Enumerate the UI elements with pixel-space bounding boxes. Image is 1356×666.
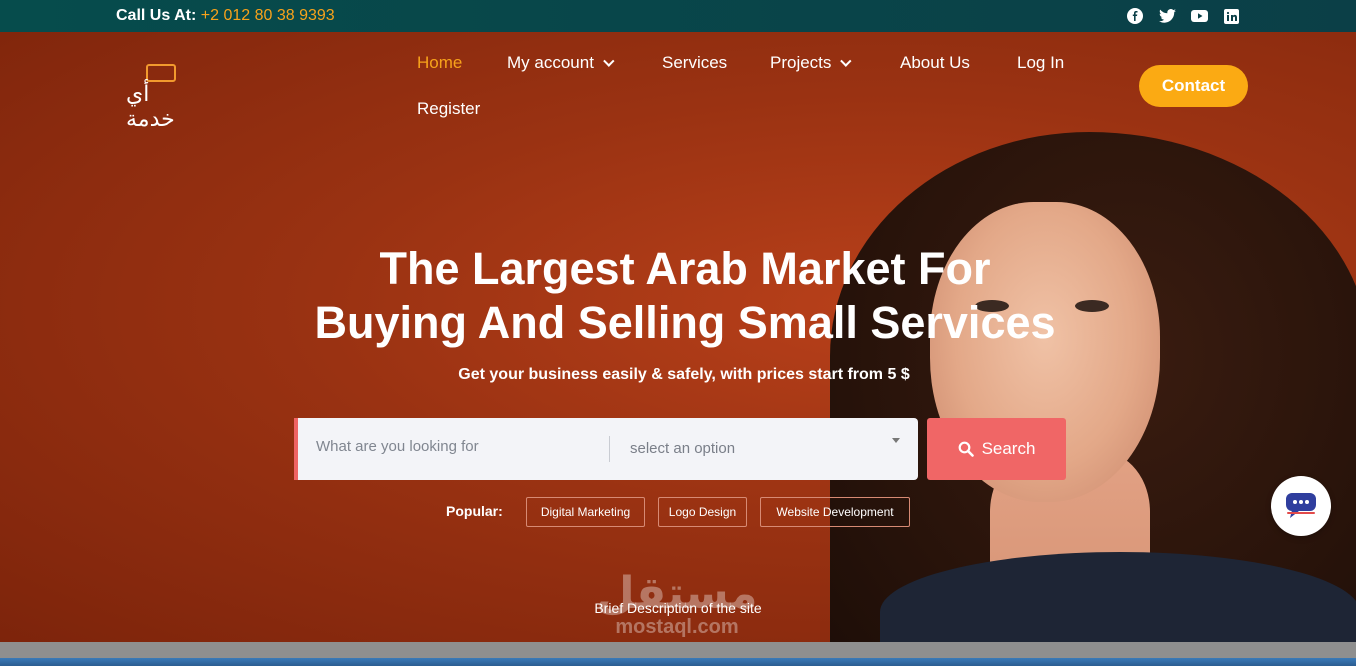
chat-icon [1286, 493, 1316, 518]
watermark-latin: mostaql.com [615, 616, 739, 638]
tag-website-development[interactable]: Website Development [760, 497, 910, 527]
tag-logo-design[interactable]: Logo Design [658, 497, 747, 527]
phone-number[interactable]: +2 012 80 38 9393 [201, 7, 335, 24]
nav-my-account[interactable]: My account [507, 53, 615, 73]
brief-description: Brief Description of the site [594, 600, 762, 616]
logo-text: أي خدمة [126, 82, 175, 132]
hero-title-line-2: Buying And Selling Small Services [314, 297, 1056, 348]
social-links [1126, 8, 1240, 24]
dropdown-arrow-icon[interactable] [892, 438, 900, 443]
search-button[interactable]: Search [927, 418, 1066, 480]
chat-button[interactable] [1271, 476, 1331, 536]
nav-register[interactable]: Register [417, 99, 480, 119]
twitter-icon[interactable] [1158, 8, 1176, 24]
hero-title: The Largest Arab Market For Buying And S… [250, 242, 1120, 350]
nav-services[interactable]: Services [662, 53, 727, 73]
hero-title-line-1: The Largest Arab Market For [379, 243, 991, 294]
tag-digital-marketing[interactable]: Digital Marketing [526, 497, 645, 527]
nav-about-us[interactable]: About Us [900, 53, 970, 73]
popular-label: Popular: [446, 503, 503, 519]
top-bar: Call Us At: +2 012 80 38 9393 [0, 0, 1356, 32]
contact-button[interactable]: Contact [1139, 65, 1248, 107]
nav-home[interactable]: Home [417, 53, 462, 73]
category-select[interactable]: select an option [630, 440, 735, 457]
call-us: Call Us At: +2 012 80 38 9393 [116, 7, 335, 25]
linkedin-icon[interactable] [1222, 8, 1240, 24]
youtube-icon[interactable] [1190, 8, 1208, 24]
search-input[interactable] [316, 438, 596, 455]
nav-projects[interactable]: Projects [770, 53, 852, 73]
nav-projects-label: Projects [770, 53, 832, 72]
chevron-down-icon [840, 55, 852, 67]
os-taskbar [0, 658, 1356, 666]
search-icon [958, 441, 974, 457]
search-button-label: Search [981, 439, 1036, 458]
search-bar: select an option [294, 418, 918, 480]
hero-section: أي خدمة Home My account Services Project… [0, 32, 1356, 642]
nav-my-account-label: My account [507, 53, 594, 72]
search-divider [609, 436, 610, 462]
facebook-icon[interactable] [1126, 8, 1144, 24]
page-bottom-strip [0, 642, 1356, 658]
hero-subtitle: Get your business easily & safely, with … [458, 366, 910, 383]
site-logo[interactable]: أي خدمة [124, 64, 198, 132]
chevron-down-icon [603, 55, 615, 67]
call-us-label: Call Us At: [116, 7, 197, 24]
nav-log-in[interactable]: Log In [1017, 53, 1064, 73]
